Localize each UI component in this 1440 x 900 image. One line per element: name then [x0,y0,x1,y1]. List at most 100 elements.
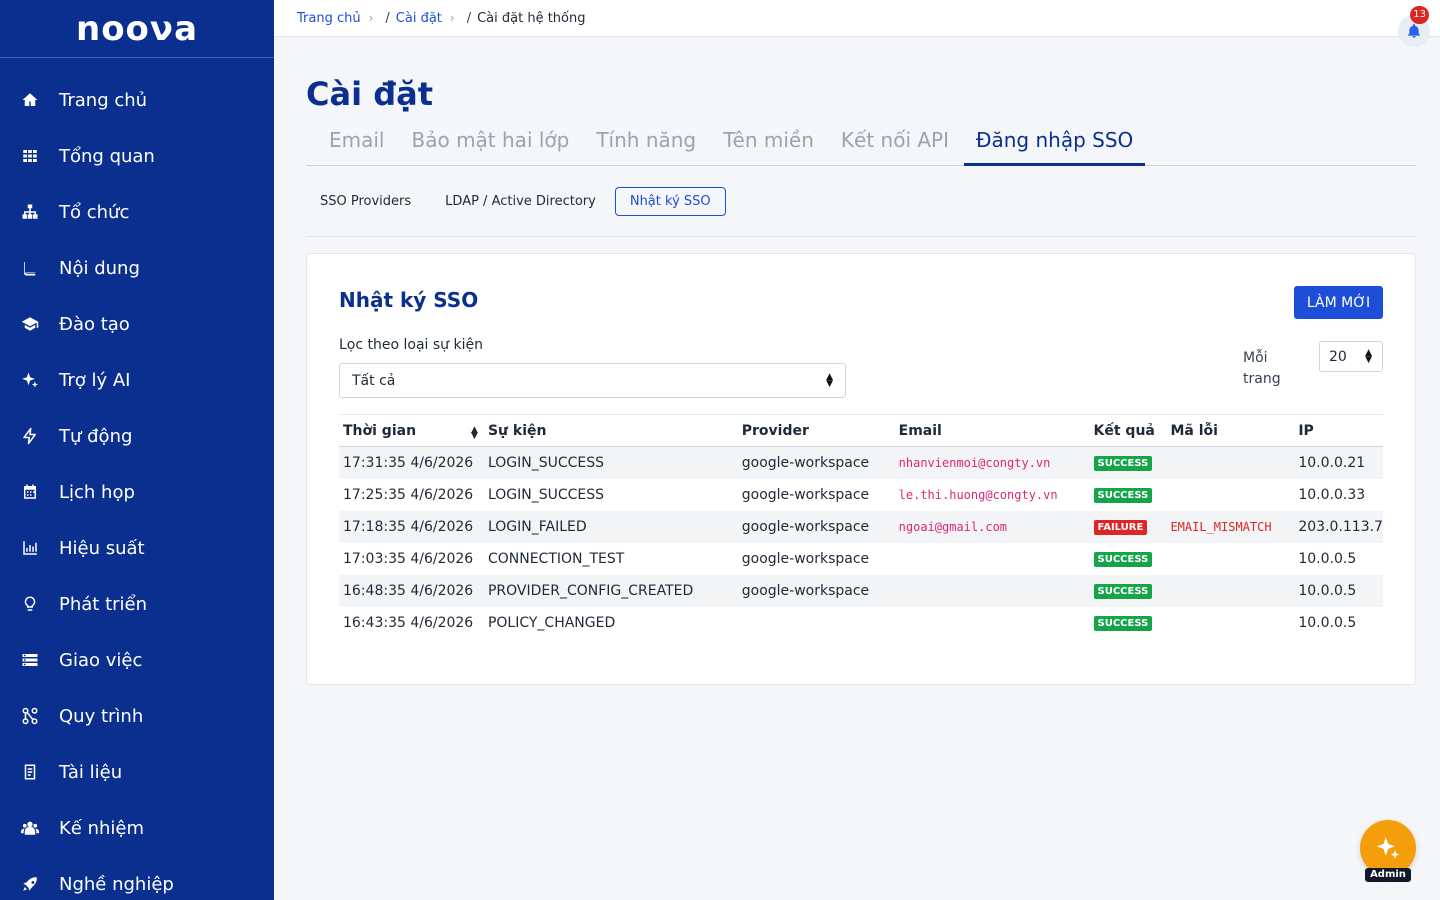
sidebar-item-book[interactable]: Nội dung [0,240,274,296]
column-header: Mã lỗi [1166,414,1295,447]
sidebar-item-calendar[interactable]: Lịch họp [0,464,274,520]
column-header-label: Sự kiện [487,422,547,439]
cell-time: 17:03:35 4/6/2026 [343,550,474,567]
column-header: Sự kiện [483,414,738,447]
sidebar-item-org-chart[interactable]: Tổ chức [0,184,274,240]
workflow-icon [20,706,40,726]
cell-result: SUCCESS [1090,479,1167,511]
cell-ip: 10.0.0.5 [1294,574,1383,607]
tab-3[interactable]: Tên miền [723,126,814,165]
cell-event: LOGIN_SUCCESS [487,486,605,503]
result-badge: SUCCESS [1093,456,1153,472]
sidebar-item-users[interactable]: Kế nhiệm [0,800,274,856]
sidebar-item-bolt[interactable]: Tự động [0,408,274,464]
sidebar-item-label: Tự động [59,425,133,447]
cell-error [1166,607,1294,639]
result-badge: SUCCESS [1093,616,1153,631]
column-header-label: Kết quả [1093,422,1155,439]
sidebar: nooνa Trang chủ Tổng quan Tổ chức Nội dung Đ… [0,0,274,900]
select-arrows-icon: ▲ ▼ [826,371,833,389]
cell-email: ngoai@gmail.com [894,510,1090,543]
table-row: 17:03:35 4/6/2026 CONNECTION_TEST google-w… [339,543,1383,575]
cell-ip: 203.0.113.7 [1294,510,1383,543]
sidebar-item-label: Lịch họp [59,481,135,503]
cell-result: SUCCESS [1089,446,1167,479]
sidebar-item-rocket[interactable]: Nghề nghiệp [0,856,274,900]
cell-email [895,543,1090,575]
select-arrows-icon: ▲ ▼ [1365,347,1372,365]
event-type-select[interactable]: Tất cả ▲ ▼ [339,363,846,398]
column-header[interactable]: Thời gian ▲ ▼ [339,414,484,447]
cell-time: 16:48:35 4/6/2026 [339,574,484,607]
breadcrumb-home[interactable]: Trang chủ [297,11,361,26]
breadcrumb-current: Cài đặt hệ thống [477,10,586,26]
book-icon [20,258,40,278]
sidebar-item-sparkle[interactable]: Trợ lý AI [0,352,274,408]
sidebar-item-label: Tổng quan [59,145,155,167]
email-text: ngoai@gmail.com [898,519,1008,534]
tab-0[interactable]: Email [329,126,385,165]
card-title: Nhật ký SSO [339,288,479,312]
result-badge: SUCCESS [1093,552,1153,567]
cell-ip: 10.0.0.5 [1298,550,1357,567]
table-row: 16:48:35 4/6/2026 PROVIDER_CONFIG_CREATED… [339,574,1383,607]
error-code: EMAIL_MISMATCH [1170,519,1272,534]
sidebar-item-label: Tổ chức [59,201,130,223]
cell-result: SUCCESS [1090,607,1167,639]
breadcrumb-settings[interactable]: Cài đặt [396,11,442,26]
tab-5[interactable]: Đăng nhập SSO [963,126,1146,166]
sidebar-item-bar-chart[interactable]: Hiệu suất [0,520,274,576]
users-icon [20,818,40,838]
column-header-label: Provider [741,422,809,439]
column-header: IP [1294,414,1383,447]
bar-chart-icon [20,538,40,558]
sidebar-item-tasks[interactable]: Giao việc [0,632,274,688]
cell-result: SUCCESS [1090,543,1167,575]
cell-time: 16:43:35 4/6/2026 [343,614,474,631]
main-content: Cài đặt Email Bảo mật hai lớp Tính năng Tên… [306,37,1416,685]
sidebar-item-lightbulb[interactable]: Phát triển [0,576,274,632]
column-header-label: Mã lỗi [1170,422,1218,439]
admin-badge: Admin [1365,868,1411,882]
cell-ip: 10.0.0.5 [1298,614,1357,631]
per-page-select[interactable]: 20 ▲ ▼ [1319,341,1383,372]
cell-provider [738,607,895,639]
subtab-1[interactable]: LDAP / Active Directory [445,194,596,209]
sidebar-item-home[interactable]: Trang chủ [0,72,274,128]
table-row: 17:25:35 4/6/2026 LOGIN_SUCCESS google-wor… [339,479,1383,511]
result-badge: SUCCESS [1093,584,1153,599]
sidebar-item-graduation-cap[interactable]: Đào tạo [0,296,274,352]
subtab-2[interactable]: Nhật ký SSO [614,186,726,216]
document-icon [20,762,40,782]
cell-provider: google-workspace [737,574,895,607]
sort-icon[interactable]: ▲ ▼ [471,425,478,440]
tab-2[interactable]: Tính năng [596,126,696,165]
email-text: nhanvienmoi@congty.vn [898,455,1051,470]
notification-count-badge: 13 [1410,6,1429,24]
refresh-button[interactable]: LÀM MỚI [1294,286,1383,319]
subtab-0[interactable]: SSO Providers [320,194,411,209]
page-title: Cài đặt [306,75,433,113]
sidebar-item-grid[interactable]: Tổng quan [0,128,274,184]
cell-email: nhanvienmoi@congty.vn [894,446,1090,479]
cell-ip: 10.0.0.33 [1298,486,1366,503]
sidebar-item-label: Tài liệu [59,761,123,783]
sso-subtabs: SSO Providers LDAP / Active Directory Nhật… [306,166,1416,237]
topbar: Trang chủ › / Cài đặt › / Cài đặt hệ thố… [274,0,1440,47]
cell-event: PROVIDER_CONFIG_CREATED [483,574,738,607]
graduation-cap-icon [20,314,40,334]
logo[interactable]: nooνa [0,0,274,58]
cell-event: CONNECTION_TEST [487,550,625,567]
sidebar-item-label: Trợ lý AI [59,369,131,391]
cell-error [1166,543,1294,575]
column-header-label: Thời gian [343,422,417,439]
tab-4[interactable]: Kết nối API [841,126,949,165]
sidebar-item-label: Phát triển [59,593,148,615]
table-row: 17:31:35 4/6/2026 LOGIN_SUCCESS google-wor… [339,446,1383,479]
sidebar-item-label: Đào tạo [59,313,130,335]
sidebar-item-workflow[interactable]: Quy trình [0,688,274,744]
sso-log-card: Nhật ký SSO LÀM MỚI Lọc theo loại sự kiệ… [306,253,1416,685]
sidebar-item-document[interactable]: Tài liệu [0,744,274,800]
calendar-icon [20,482,40,502]
tab-1[interactable]: Bảo mật hai lớp [412,126,570,165]
